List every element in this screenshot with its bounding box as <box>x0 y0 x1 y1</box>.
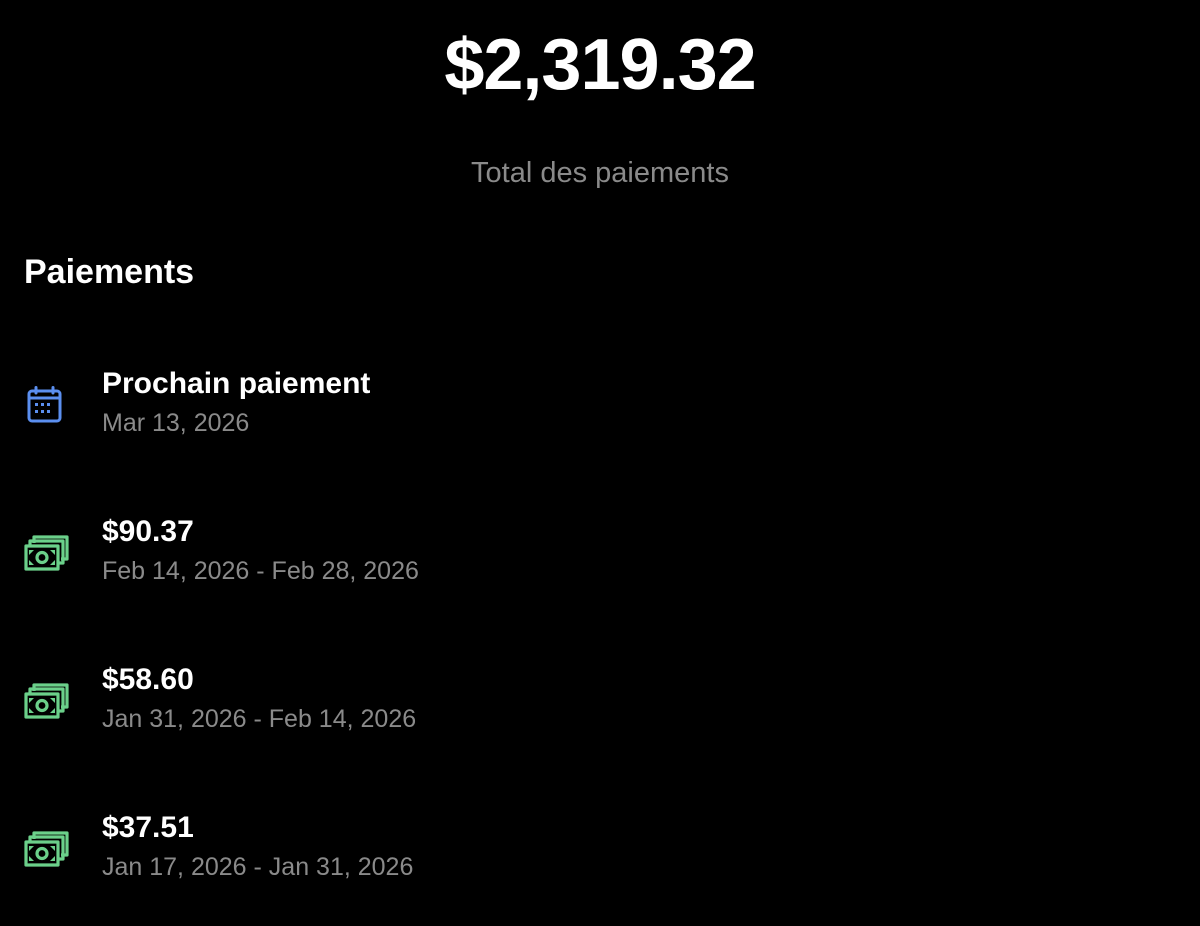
payment-period: Jan 31, 2026 - Feb 14, 2026 <box>102 705 417 733</box>
payment-row: $90.37 Feb 14, 2026 - Feb 28, 2026 <box>0 514 1200 614</box>
payment-period: Feb 14, 2026 - Feb 28, 2026 <box>102 557 419 585</box>
payment-row: $37.51 Jan 17, 2026 - Jan 31, 2026 <box>0 810 1200 910</box>
next-payment-date: Mar 13, 2026 <box>102 409 250 437</box>
cash-icon <box>24 534 70 574</box>
cash-icon <box>24 830 70 870</box>
section-title-payments: Paiements <box>24 253 195 291</box>
payment-amount: $90.37 <box>102 515 194 548</box>
total-amount: $2,319.32 <box>444 25 756 105</box>
cash-icon <box>24 682 70 722</box>
payment-row: $58.60 Jan 31, 2026 - Feb 14, 2026 <box>0 662 1200 762</box>
payment-amount: $37.51 <box>102 811 194 844</box>
calendar-icon <box>24 386 70 426</box>
next-payment-label: Prochain paiement <box>102 367 371 400</box>
payment-amount: $58.60 <box>102 663 194 696</box>
payment-period: Jan 17, 2026 - Jan 31, 2026 <box>102 853 414 881</box>
total-label: Total des paiements <box>471 157 729 189</box>
next-payment-row: Prochain paiement Mar 13, 2026 <box>0 366 1200 466</box>
